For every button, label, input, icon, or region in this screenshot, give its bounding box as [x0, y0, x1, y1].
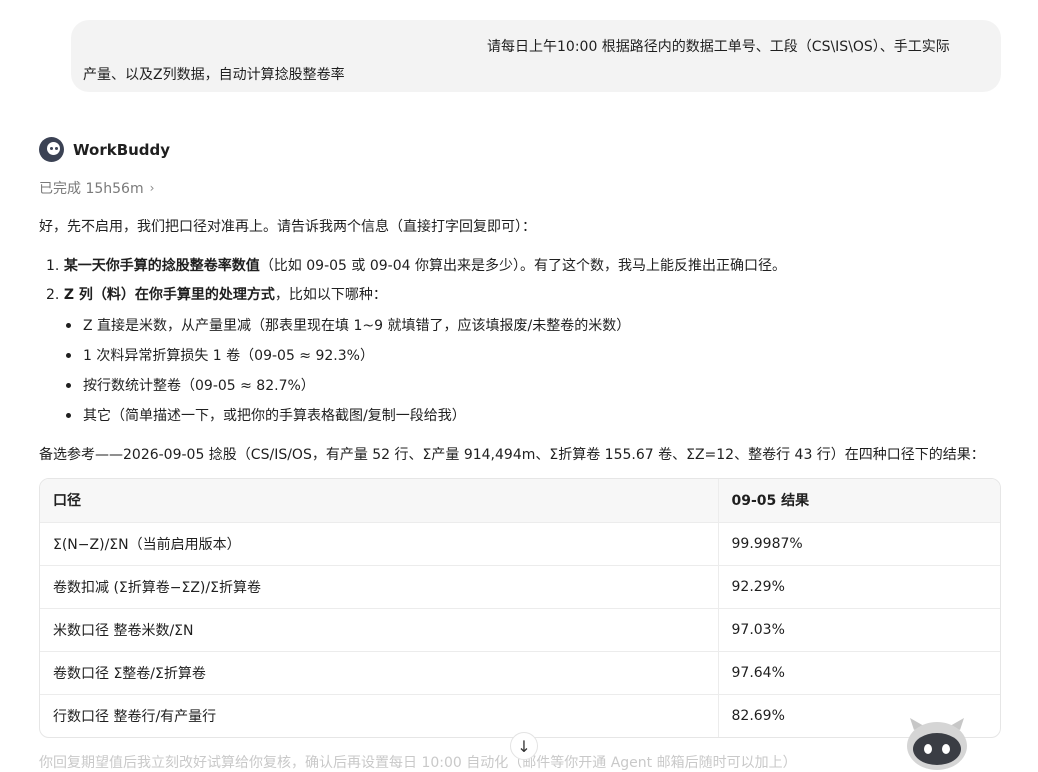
robot-avatar-icon — [39, 137, 64, 162]
bullet-item: Z 直接是米数，从产量里减（那表里现在填 1~9 就填错了，应该填报废/未整卷的… — [66, 315, 630, 335]
bullet-text: 1 次料异常折算损失 1 卷（09-05 ≈ 92.3%） — [83, 348, 374, 364]
bullet-text: Z 直接是米数，从产量里减（那表里现在填 1~9 就填错了，应该填报废/未整卷的… — [83, 318, 631, 334]
table-row: 卷数口径 Σ整卷/Σ折算卷 97.64% — [40, 651, 1000, 695]
bullet-text: 按行数统计整卷（09-05 ≈ 82.7%） — [83, 378, 315, 394]
table-cell: 99.9987% — [718, 522, 1000, 566]
bullet-item: 其它（简单描述一下，或把你的手算表格截图/复制一段给我） — [66, 405, 466, 425]
faded-followup-text: 你回复期望值后我立刻改好试算给你复核，确认后再设置每日 10:00 自动化（邮件… — [39, 755, 797, 771]
table-row: 米数口径 整卷米数/ΣN 97.03% — [40, 608, 1000, 652]
bullet-dot-icon — [66, 412, 71, 418]
table-cell: 卷数扣减 (Σ折算卷−ΣZ)/Σ折算卷 — [40, 565, 719, 609]
scroll-to-bottom-button[interactable]: ↓ — [510, 732, 538, 760]
table-cell: 行数口径 整卷行/有产量行 — [40, 694, 719, 737]
assistant-header: WorkBuddy — [39, 137, 170, 162]
table-cell: 卷数口径 Σ整卷/Σ折算卷 — [40, 651, 719, 695]
results-table: 口径 09-05 结果 Σ(N−Z)/ΣN（当前启用版本） 99.9987% 卷数… — [39, 478, 1001, 738]
table-header-row: 口径 09-05 结果 — [40, 479, 1000, 523]
table-cell: 92.29% — [718, 565, 1000, 609]
list-number: 1. — [46, 258, 60, 274]
intro-text: 好，先不启用，我们把口径对准再上。请告诉我两个信息（直接打字回复即可）： — [39, 219, 536, 235]
user-message-bubble: 请每日上午10:00 根据路径内的数据工单号、工段（CS\IS\OS）、手工实际… — [71, 20, 1001, 92]
list-item-bold: 某一天你手算的捻股整卷率数值 — [63, 258, 260, 274]
completion-status[interactable]: 已完成 15h56m › — [39, 178, 154, 198]
robot-mascot-icon[interactable] — [902, 716, 972, 772]
list-item-bold: Z 列（料）在你手算里的处理方式 — [63, 287, 275, 303]
bullet-dot-icon — [66, 352, 71, 358]
bullet-item: 1 次料异常折算损失 1 卷（09-05 ≈ 92.3%） — [66, 345, 374, 365]
table-row: Σ(N−Z)/ΣN（当前启用版本） 99.9987% — [40, 522, 1000, 566]
list-item: 1. 某一天你手算的捻股整卷率数值（比如 09-05 或 09-04 你算出来是… — [46, 255, 786, 275]
reference-text: 备选参考——2026-09-05 捻股（CS/IS/OS，有产量 52 行、Σ产… — [39, 447, 985, 463]
bullet-dot-icon — [66, 322, 71, 328]
arrow-down-icon[interactable]: ↓ — [517, 737, 530, 756]
list-item-rest: （比如 09-05 或 09-04 你算出来是多少）。有了这个数，我马上能反推出… — [259, 258, 786, 274]
bullet-text: 其它（简单描述一下，或把你的手算表格截图/复制一段给我） — [83, 408, 466, 424]
chevron-right-icon[interactable]: › — [150, 181, 155, 195]
bullet-item: 按行数统计整卷（09-05 ≈ 82.7%） — [66, 375, 315, 395]
table-cell: 米数口径 整卷米数/ΣN — [40, 608, 719, 652]
table-cell: 97.64% — [718, 651, 1000, 695]
list-item: 2. Z 列（料）在你手算里的处理方式，比如以下哪种： — [46, 284, 387, 304]
completion-status-text: 已完成 15h56m — [39, 181, 144, 197]
list-item-rest: ，比如以下哪种： — [274, 287, 387, 303]
column-header: 口径 — [40, 479, 719, 523]
assistant-name: WorkBuddy — [73, 140, 171, 159]
table-row: 卷数扣减 (Σ折算卷−ΣZ)/Σ折算卷 92.29% — [40, 565, 1000, 609]
table-row: 行数口径 整卷行/有产量行 82.69% — [40, 694, 1000, 737]
list-number: 2. — [46, 287, 60, 303]
bullet-dot-icon — [66, 382, 71, 388]
table-cell: Σ(N−Z)/ΣN（当前启用版本） — [40, 522, 719, 566]
table-cell: 97.03% — [718, 608, 1000, 652]
column-header: 09-05 结果 — [718, 479, 1000, 523]
user-message-line-1: 请每日上午10:00 根据路径内的数据工单号、工段（CS\IS\OS）、手工实际 — [487, 39, 950, 55]
user-message-line-2: 产量、以及Z列数据，自动计算捻股整卷率 — [83, 67, 345, 83]
